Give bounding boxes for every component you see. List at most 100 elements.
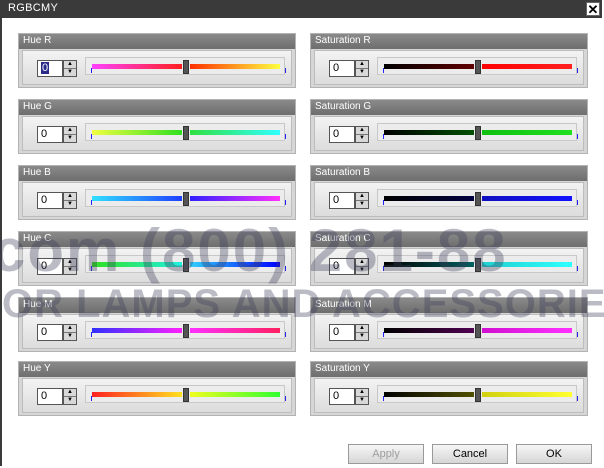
slider-tick-min <box>383 266 384 271</box>
cancel-button[interactable]: Cancel <box>432 444 508 464</box>
spin-down-icon[interactable]: ▼ <box>64 397 76 404</box>
value-field[interactable]: 0 <box>329 60 355 77</box>
spin-up-icon[interactable]: ▲ <box>64 325 76 333</box>
spin-up-icon[interactable]: ▲ <box>356 193 368 201</box>
color-slider[interactable] <box>377 189 577 207</box>
value-field[interactable]: 0 <box>329 388 355 405</box>
color-slider[interactable] <box>377 385 577 403</box>
slider-tick-min <box>91 68 92 73</box>
color-slider[interactable] <box>85 321 285 339</box>
spin-down-icon[interactable]: ▼ <box>64 135 76 142</box>
close-icon: ✕ <box>587 2 599 17</box>
slider-thumb[interactable] <box>475 258 481 272</box>
slider-left-gradient <box>92 392 182 397</box>
slider-tick-max <box>285 68 286 73</box>
value-spinner[interactable]: ▲ ▼ <box>63 192 77 209</box>
group-header: Hue M <box>19 298 295 313</box>
slider-thumb[interactable] <box>475 192 481 206</box>
spin-down-icon[interactable]: ▼ <box>64 333 76 340</box>
value-field[interactable]: 0 <box>329 192 355 209</box>
value-field[interactable]: 0 <box>329 324 355 341</box>
spin-up-icon[interactable]: ▲ <box>64 259 76 267</box>
slider-thumb[interactable] <box>475 388 481 402</box>
spin-down-icon[interactable]: ▼ <box>64 201 76 208</box>
ok-button[interactable]: OK <box>516 444 592 464</box>
value-spinner[interactable]: ▲ ▼ <box>63 324 77 341</box>
value-field[interactable]: 0 <box>329 258 355 275</box>
slider-thumb[interactable] <box>475 60 481 74</box>
spin-down-icon[interactable]: ▼ <box>356 201 368 208</box>
slider-left-gradient <box>384 392 474 397</box>
slider-left-gradient <box>384 328 474 333</box>
value-spinner[interactable]: ▲ ▼ <box>355 192 369 209</box>
value-spinner[interactable]: ▲ ▼ <box>63 126 77 143</box>
spin-up-icon[interactable]: ▲ <box>64 389 76 397</box>
value-field[interactable]: 0 <box>37 388 63 405</box>
value-spinner[interactable]: ▲ ▼ <box>355 60 369 77</box>
group-label: Saturation R <box>315 35 371 46</box>
spin-down-icon[interactable]: ▼ <box>64 69 76 76</box>
value-spinner[interactable]: ▲ ▼ <box>355 388 369 405</box>
color-slider[interactable] <box>85 123 285 141</box>
slider-thumb[interactable] <box>475 126 481 140</box>
spin-up-icon[interactable]: ▲ <box>356 61 368 69</box>
color-slider[interactable] <box>85 189 285 207</box>
value-field[interactable]: 0 <box>37 126 63 143</box>
spin-up-icon[interactable]: ▲ <box>64 127 76 135</box>
color-slider[interactable] <box>377 123 577 141</box>
title-bar: RGBCMY ✕ <box>2 0 602 18</box>
slider-right-gradient <box>482 392 572 397</box>
value-text: 0 <box>41 260 48 272</box>
apply-button[interactable]: Apply <box>348 444 424 464</box>
spin-down-icon[interactable]: ▼ <box>356 397 368 404</box>
color-slider[interactable] <box>85 255 285 273</box>
value-field[interactable]: 0 <box>329 126 355 143</box>
slider-thumb[interactable] <box>183 126 189 140</box>
spin-down-icon[interactable]: ▼ <box>64 267 76 274</box>
value-field[interactable]: 0 <box>37 192 63 209</box>
value-field[interactable]: 0 <box>37 324 63 341</box>
value-spinner[interactable]: ▲ ▼ <box>355 126 369 143</box>
color-slider[interactable] <box>377 255 577 273</box>
slider-left-gradient <box>384 262 474 267</box>
spin-up-icon[interactable]: ▲ <box>356 259 368 267</box>
value-spinner[interactable]: ▲ ▼ <box>63 258 77 275</box>
group-label: Hue G <box>23 101 52 112</box>
slider-left-gradient <box>92 196 182 201</box>
group-header: Saturation G <box>311 100 587 115</box>
group-hue-m: Hue M 0 ▲ ▼ <box>18 297 296 352</box>
spin-up-icon[interactable]: ▲ <box>64 193 76 201</box>
color-slider[interactable] <box>85 385 285 403</box>
group-label: Hue C <box>23 233 52 244</box>
spin-down-icon[interactable]: ▼ <box>356 69 368 76</box>
slider-thumb[interactable] <box>183 324 189 338</box>
value-spinner[interactable]: ▲ ▼ <box>63 60 77 77</box>
spin-up-icon[interactable]: ▲ <box>356 325 368 333</box>
slider-right-gradient <box>190 262 280 267</box>
spin-up-icon[interactable]: ▲ <box>356 389 368 397</box>
group-body: 0 ▲ ▼ <box>314 378 584 413</box>
spin-up-icon[interactable]: ▲ <box>356 127 368 135</box>
value-field[interactable]: 0 <box>37 258 63 275</box>
value-spinner[interactable]: ▲ ▼ <box>355 324 369 341</box>
slider-thumb[interactable] <box>183 60 189 74</box>
slider-thumb[interactable] <box>183 388 189 402</box>
spin-down-icon[interactable]: ▼ <box>356 267 368 274</box>
group-label: Saturation M <box>315 299 372 310</box>
value-spinner[interactable]: ▲ ▼ <box>355 258 369 275</box>
spin-down-icon[interactable]: ▼ <box>356 135 368 142</box>
slider-thumb[interactable] <box>183 192 189 206</box>
value-field[interactable]: 0 <box>37 60 63 77</box>
spin-down-icon[interactable]: ▼ <box>356 333 368 340</box>
slider-thumb[interactable] <box>183 258 189 272</box>
close-button[interactable]: ✕ <box>586 2 600 17</box>
color-slider[interactable] <box>85 57 285 75</box>
slider-tick-min <box>91 396 92 401</box>
group-label: Hue R <box>23 35 52 46</box>
color-slider[interactable] <box>377 321 577 339</box>
slider-right-gradient <box>190 196 280 201</box>
color-slider[interactable] <box>377 57 577 75</box>
slider-thumb[interactable] <box>475 324 481 338</box>
value-spinner[interactable]: ▲ ▼ <box>63 388 77 405</box>
spin-up-icon[interactable]: ▲ <box>64 61 76 69</box>
